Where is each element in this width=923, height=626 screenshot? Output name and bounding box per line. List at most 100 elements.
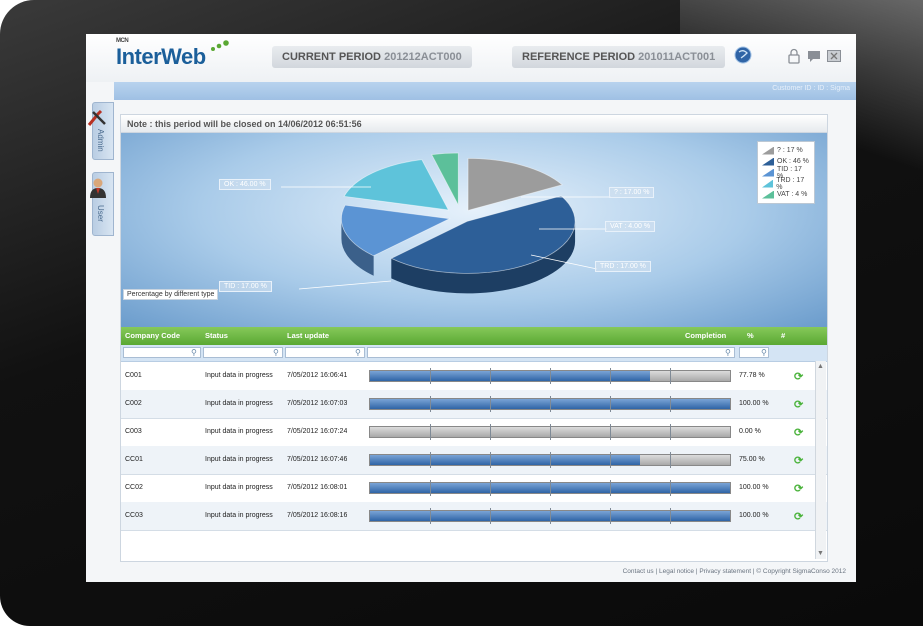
current-period-value: 201212ACT000 [384,51,462,63]
cell-status: Input data in progress [205,512,273,519]
cell-percent: 100.00 % [739,484,769,491]
column-header-percent[interactable]: % [747,327,754,345]
refresh-icon[interactable]: ⟳ [794,482,803,495]
refresh-icon[interactable]: ⟳ [794,454,803,467]
completion-tick [610,396,611,412]
completion-tick [550,508,551,524]
filter-input-completion[interactable] [367,347,735,358]
cell-company-code: C002 [125,400,142,407]
filter-icon[interactable]: ⚲ [273,348,279,357]
completion-bar [369,368,731,384]
column-header-last-update[interactable]: Last update [287,327,329,345]
completion-tick [670,368,671,384]
cell-company-code: CC01 [125,456,143,463]
table-row[interactable]: CC02 Input data in progress 7/05/2012 16… [121,474,827,503]
completion-tick [610,452,611,468]
completion-tick [490,480,491,496]
footer: Contact us | Legal notice | Privacy stat… [86,564,856,582]
refresh-icon[interactable]: ⟳ [794,370,803,383]
refresh-icon[interactable]: ⟳ [794,398,803,411]
completion-tick [490,368,491,384]
cell-last-update: 7/05/2012 16:07:03 [287,400,348,407]
completion-tick [430,508,431,524]
cell-company-code: C001 [125,372,142,379]
cell-percent: 77.78 % [739,372,765,379]
completion-tick [610,368,611,384]
column-header-action[interactable]: # [781,327,785,345]
cell-last-update: 7/05/2012 16:08:01 [287,484,348,491]
lock-icon[interactable] [786,48,802,64]
refresh-icon[interactable]: ⟳ [794,510,803,523]
current-period-button[interactable]: CURRENT PERIOD 201212ACT000 [272,46,472,68]
filter-icon[interactable]: ⚲ [725,348,731,357]
filter-icon[interactable]: ⚲ [761,348,767,357]
cell-last-update: 7/05/2012 16:08:16 [287,512,348,519]
legend-label: TRD : 17 % [776,176,805,191]
cell-percent: 75.00 % [739,456,765,463]
scroll-down-icon[interactable]: ▼ [817,550,824,557]
legend-swatch [762,179,774,188]
completion-tick [670,424,671,440]
pie-chart [281,152,611,294]
pie-slice-trd[interactable] [343,159,450,211]
completion-bar [369,508,731,524]
filter-input-status[interactable] [203,347,283,358]
callout-leader-line [298,280,392,290]
filter-input-company-code[interactable] [123,347,201,358]
completion-tick [550,424,551,440]
slice-callout-tid: TID : 17.00 % [219,281,272,292]
column-header-completion[interactable]: Completion [685,327,726,345]
completion-tick [430,424,431,440]
user-icon [90,178,106,198]
cell-percent: 0.00 % [739,428,761,435]
cell-company-code: CC02 [125,484,143,491]
completion-tick [490,396,491,412]
cell-company-code: C003 [125,428,142,435]
reference-period-button[interactable]: REFERENCE PERIOD 201011ACT001 [512,46,726,68]
table-row[interactable]: CC01 Input data in progress 7/05/2012 16… [121,446,827,475]
filter-icon[interactable]: ⚲ [191,348,197,357]
filter-input-last-update[interactable] [285,347,365,358]
pie-chart-area: ? : 17 % OK : 46 % TID : 17 % TRD : 17 %… [121,133,827,327]
reference-period-label: REFERENCE PERIOD [522,51,636,63]
completion-tick [670,396,671,412]
close-window-icon[interactable] [826,48,842,64]
slice-callout-vat: VAT : 4.00 % [605,221,656,232]
table-header: Company Code Status Last update Completi… [121,327,827,345]
cell-last-update: 7/05/2012 16:07:46 [287,456,348,463]
table-row[interactable]: C003 Input data in progress 7/05/2012 16… [121,418,827,447]
column-header-status[interactable]: Status [205,327,228,345]
refresh-icon[interactable]: ⟳ [794,426,803,439]
sidebar-item-label: Admin [96,129,105,152]
legend-swatch [762,168,774,177]
completion-fill [370,455,640,465]
globe-icon[interactable] [734,46,752,64]
comment-icon[interactable] [806,48,822,64]
completion-tick [430,480,431,496]
footer-links[interactable]: Contact us | Legal notice | Privacy stat… [623,568,846,575]
legend-swatch [762,190,774,199]
sidebar-item-user[interactable]: User [90,172,114,236]
table-row[interactable]: C002 Input data in progress 7/05/2012 16… [121,390,827,419]
logo-dots-icon [211,40,229,51]
scroll-up-icon[interactable]: ▲ [817,363,824,370]
chart-title: Percentage by different type [123,289,219,300]
app-logo[interactable]: MCN InterWeb [116,38,229,70]
column-header-company-code[interactable]: Company Code [125,327,180,345]
legend-item: ? : 17 % [762,145,810,156]
chart-legend: ? : 17 % OK : 46 % TID : 17 % TRD : 17 %… [757,141,815,204]
cell-last-update: 7/05/2012 16:06:41 [287,372,348,379]
table-row[interactable]: C001 Input data in progress 7/05/2012 16… [121,362,827,391]
completion-tick [490,508,491,524]
reference-period-value: 201011ACT001 [638,51,716,63]
completion-tick [550,480,551,496]
cell-company-code: CC03 [125,512,143,519]
completion-tick [610,424,611,440]
sidebar-item-admin[interactable]: Admin [87,102,114,160]
table-row[interactable]: CC03 Input data in progress 7/05/2012 16… [121,502,827,531]
completion-tick [670,452,671,468]
cell-last-update: 7/05/2012 16:07:24 [287,428,348,435]
filter-icon[interactable]: ⚲ [355,348,361,357]
completion-tick [490,424,491,440]
table-scrollbar[interactable]: ▲ ▼ [815,361,826,559]
